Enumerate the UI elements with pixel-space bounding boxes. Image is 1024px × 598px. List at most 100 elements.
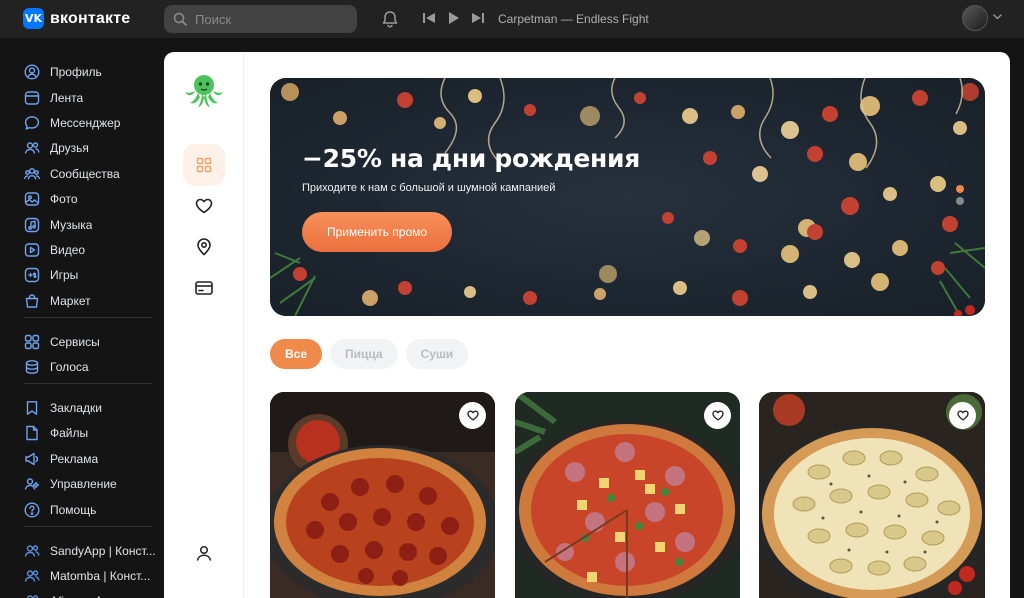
communities-icon	[24, 168, 40, 180]
nav-item-help[interactable]: Помощь	[24, 499, 160, 521]
product-card-pear-cheese[interactable]	[759, 392, 985, 598]
nav-item-friends[interactable]: Друзья	[24, 137, 160, 159]
nav-item-label: Помощь	[50, 503, 97, 517]
nav-item-app-1[interactable]: Matomba | Конст...	[24, 565, 160, 587]
message-icon	[24, 116, 40, 130]
app-sidebar	[164, 52, 244, 598]
photo-icon	[24, 192, 40, 206]
nav-item-label: Голоса	[50, 360, 89, 374]
user-avatar[interactable]	[962, 5, 988, 31]
nav-item-app-2[interactable]: Afiana - Автомат...	[24, 590, 160, 598]
favorite-button[interactable]	[949, 402, 976, 429]
nav-item-market[interactable]: Маркет	[24, 290, 160, 312]
nav-item-label: Профиль	[50, 65, 102, 79]
nav-item-votes[interactable]: Голоса	[24, 356, 160, 378]
filter-sushi[interactable]: Суши	[405, 339, 469, 369]
friends-icon	[24, 142, 40, 154]
previous-track-icon[interactable]	[422, 11, 436, 25]
catalog-grid-button[interactable]	[183, 144, 225, 186]
nav-item-files[interactable]: Файлы	[24, 422, 160, 444]
promo-banner[interactable]: −25% на дни рождения Приходите к нам с б…	[270, 78, 985, 316]
ads-icon	[25, 452, 39, 466]
nav-item-communities[interactable]: Сообщества	[24, 163, 160, 185]
banner-pagination	[956, 185, 964, 205]
nav-item-music[interactable]: Музыка	[24, 214, 160, 236]
favorite-button[interactable]	[459, 402, 486, 429]
app-icon	[24, 545, 40, 557]
nav-item-label: Afiana - Автомат...	[50, 594, 150, 598]
left-navigation: Профиль Лента Мессенджер Друзья Сообщества Фо…	[0, 38, 164, 598]
locations-button[interactable]	[183, 226, 225, 268]
nav-item-manage[interactable]: Управление	[24, 473, 160, 495]
banner-title: −25% на дни рождения	[302, 144, 640, 173]
location-pin-icon	[197, 238, 211, 256]
product-card-hawaiian[interactable]	[515, 392, 740, 598]
nav-item-services[interactable]: Сервисы	[24, 331, 160, 353]
vk-logo[interactable]: VK вконтакте	[23, 8, 130, 29]
audio-player-controls	[422, 11, 484, 25]
nav-item-label: Сервисы	[50, 335, 100, 349]
bookmark-icon	[26, 401, 38, 415]
product-card-pepperoni[interactable]	[270, 392, 495, 598]
user-circle-icon	[24, 64, 40, 80]
favorites-button[interactable]	[183, 185, 225, 227]
market-icon	[25, 294, 39, 308]
pagination-dot[interactable]	[956, 197, 964, 205]
grid-icon	[196, 157, 212, 173]
music-icon	[24, 217, 40, 233]
nav-item-label: Лента	[50, 91, 84, 105]
nav-item-message[interactable]: Мессенджер	[24, 112, 160, 134]
nav-item-label: Мессенджер	[50, 116, 121, 130]
current-track-title[interactable]: Carpetman — Endless Fight	[498, 12, 649, 26]
user-icon	[196, 545, 212, 561]
nav-item-app-0[interactable]: SandyApp | Конст...	[24, 540, 160, 562]
profile-button[interactable]	[183, 532, 225, 574]
mini-app-container: −25% на дни рождения Приходите к нам с б…	[164, 52, 1010, 598]
pagination-dot-active[interactable]	[956, 185, 964, 193]
nav-item-games[interactable]: Игры	[24, 264, 160, 286]
nav-item-bookmark[interactable]: Закладки	[24, 397, 160, 419]
vk-logo-text: вконтакте	[50, 9, 131, 27]
nav-item-label: Matomba | Конст...	[50, 569, 151, 583]
nav-item-label: Игры	[50, 268, 79, 282]
filter-all[interactable]: Все	[270, 339, 323, 369]
nav-divider	[24, 526, 152, 527]
nav-item-label: Друзья	[50, 141, 89, 155]
octopus-logo	[185, 75, 223, 107]
nav-item-label: SandyApp | Конст...	[50, 544, 156, 558]
nav-divider	[24, 317, 152, 318]
nav-divider	[24, 383, 152, 384]
category-filters: Все Пицца Суши	[270, 339, 469, 369]
next-track-icon[interactable]	[470, 11, 484, 25]
play-icon[interactable]	[446, 11, 460, 25]
nav-item-label: Управление	[50, 477, 117, 491]
nav-item-feed[interactable]: Лента	[24, 87, 160, 109]
card-icon	[195, 281, 213, 295]
payment-card-button[interactable]	[183, 267, 225, 309]
heart-icon	[466, 410, 479, 421]
favorite-button[interactable]	[704, 402, 731, 429]
manage-icon	[24, 478, 40, 490]
nav-item-video[interactable]: Видео	[24, 239, 160, 261]
video-icon	[24, 243, 40, 257]
chevron-down-icon[interactable]	[993, 14, 1002, 20]
notifications-bell-icon[interactable]	[380, 9, 400, 29]
filter-pizza[interactable]: Пицца	[330, 339, 398, 369]
search-input[interactable]	[195, 11, 345, 27]
nav-item-user-circle[interactable]: Профиль	[24, 61, 160, 83]
nav-item-ads[interactable]: Реклама	[24, 448, 160, 470]
search-box[interactable]	[164, 5, 357, 33]
services-icon	[24, 334, 40, 350]
votes-icon	[25, 360, 39, 374]
heart-icon	[195, 198, 213, 214]
nav-item-photo[interactable]: Фото	[24, 188, 160, 210]
nav-item-label: Реклама	[50, 452, 99, 466]
nav-item-label: Видео	[50, 243, 86, 257]
files-icon	[26, 425, 38, 441]
feed-icon	[24, 91, 40, 105]
apply-promo-button[interactable]: Применить промо	[302, 212, 452, 252]
nav-item-label: Сообщества	[50, 167, 120, 181]
banner-subtitle: Приходите к нам с большой и шумной кампа…	[302, 182, 556, 194]
heart-icon	[711, 410, 724, 421]
games-icon	[24, 267, 40, 283]
